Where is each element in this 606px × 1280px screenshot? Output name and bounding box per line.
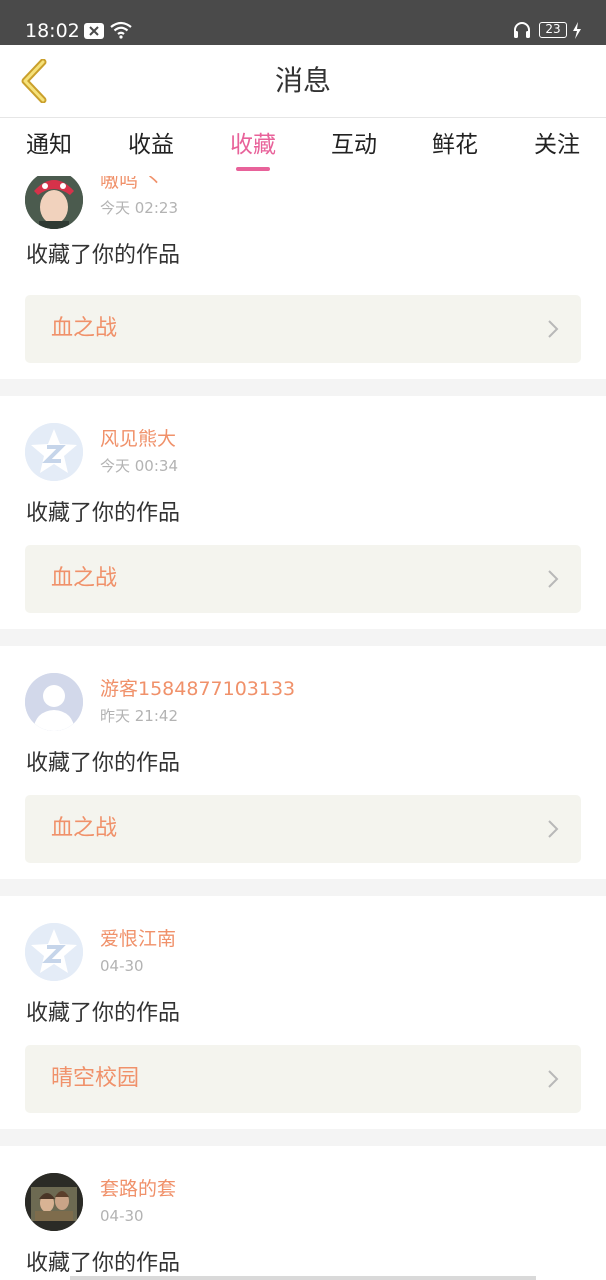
tab-earnings[interactable]: 收益 xyxy=(111,128,191,162)
tab-favorites[interactable]: 收藏 xyxy=(213,128,293,162)
active-tab-indicator xyxy=(236,167,270,171)
message-time: 今天 00:34 xyxy=(100,457,178,475)
action-text: 收藏了你的作品 xyxy=(26,1001,181,1026)
tab-interactions[interactable]: 互动 xyxy=(314,128,394,162)
message-card: 套路的套 04-30 收藏了你的作品 xyxy=(0,1146,606,1280)
app-bar: 消息 xyxy=(0,45,606,117)
tab-following[interactable]: 关注 xyxy=(517,128,597,162)
card-separator xyxy=(0,379,606,396)
work-title: 血之战 xyxy=(51,816,118,841)
user-avatar[interactable] xyxy=(25,423,83,481)
work-link[interactable]: 晴空校园 xyxy=(25,1045,581,1113)
message-time: 04-30 xyxy=(100,1207,144,1225)
scroll-edge-indicator xyxy=(70,1276,536,1280)
user-avatar[interactable] xyxy=(25,1173,83,1231)
work-link[interactable]: 血之战 xyxy=(25,545,581,613)
user-name[interactable]: 套路的套 xyxy=(100,1177,176,1201)
page-title: 消息 xyxy=(274,64,331,97)
tab-notifications[interactable]: 通知 xyxy=(9,128,89,162)
user-avatar[interactable] xyxy=(25,923,83,981)
message-list[interactable]: 嗷呜 丶 今天 02:23 收藏了你的作品 血之战 风见熊大 今天 00:34 … xyxy=(0,176,606,1280)
tab-flowers[interactable]: 鲜花 xyxy=(415,128,495,162)
work-link[interactable]: 血之战 xyxy=(25,295,581,363)
chevron-right-icon xyxy=(548,320,559,338)
user-name[interactable]: 游客1584877103133 xyxy=(100,677,295,701)
message-card: 风见熊大 今天 00:34 收藏了你的作品 血之战 xyxy=(0,396,606,629)
user-avatar[interactable] xyxy=(25,176,83,229)
work-title: 血之战 xyxy=(51,316,118,341)
card-separator xyxy=(0,879,606,896)
user-name[interactable]: 风见熊大 xyxy=(100,427,176,451)
action-text: 收藏了你的作品 xyxy=(26,1251,181,1276)
card-separator xyxy=(0,1129,606,1146)
message-time: 昨天 21:42 xyxy=(100,707,178,725)
user-name[interactable]: 嗷呜 丶 xyxy=(100,176,163,193)
action-text: 收藏了你的作品 xyxy=(26,243,181,268)
qq-default-avatar-icon xyxy=(25,423,83,481)
chevron-right-icon xyxy=(548,570,559,588)
notification-x-icon xyxy=(84,23,104,43)
action-text: 收藏了你的作品 xyxy=(26,501,181,526)
user-avatar[interactable] xyxy=(25,673,83,731)
qq-default-avatar-icon xyxy=(25,923,83,981)
card-separator xyxy=(0,629,606,646)
chevron-right-icon xyxy=(548,820,559,838)
message-card: 爱恨江南 04-30 收藏了你的作品 晴空校园 xyxy=(0,896,606,1129)
work-title: 晴空校园 xyxy=(51,1066,140,1091)
battery-level: 23 xyxy=(539,22,567,38)
message-card: 嗷呜 丶 今天 02:23 收藏了你的作品 血之战 xyxy=(0,176,606,379)
wifi-icon xyxy=(110,21,132,43)
charging-icon xyxy=(572,22,582,43)
tab-bar: 通知 收益 收藏 互动 鲜花 关注 xyxy=(0,118,606,176)
guest-default-avatar-icon xyxy=(25,673,83,731)
status-bar: 18:02 23 xyxy=(0,0,606,45)
status-time: 18:02 xyxy=(25,20,80,42)
message-time: 04-30 xyxy=(100,957,144,975)
action-text: 收藏了你的作品 xyxy=(26,751,181,776)
message-time: 今天 02:23 xyxy=(100,199,178,217)
work-title: 血之战 xyxy=(51,566,118,591)
work-link[interactable]: 血之战 xyxy=(25,795,581,863)
user-name[interactable]: 爱恨江南 xyxy=(100,927,176,951)
headphones-icon xyxy=(513,21,531,43)
message-card: 游客1584877103133 昨天 21:42 收藏了你的作品 血之战 xyxy=(0,646,606,879)
chevron-right-icon xyxy=(548,1070,559,1088)
